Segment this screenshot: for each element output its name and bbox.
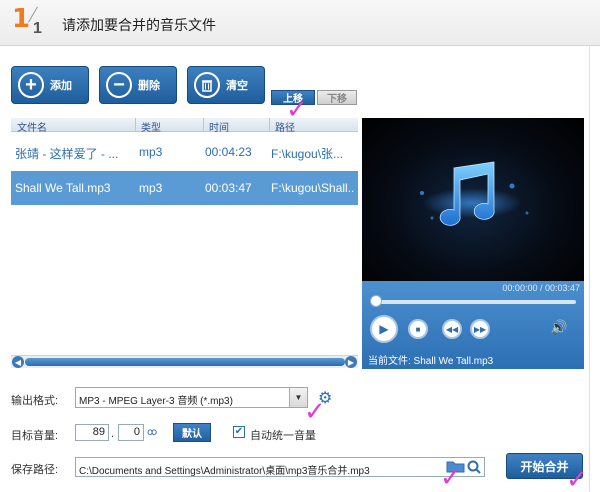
cell-duration: 00:04:23 <box>205 145 252 159</box>
delete-label: 删除 <box>138 80 160 92</box>
stop-button[interactable]: ■ <box>408 319 428 339</box>
player-display <box>362 118 584 281</box>
column-header-duration[interactable]: 时间 <box>209 119 229 134</box>
format-select[interactable]: MP3 - MPEG Layer-3 音频 (*.mp3) ▼ <box>75 387 308 408</box>
column-divider <box>203 118 204 132</box>
column-header-name[interactable]: 文件名 <box>17 119 47 134</box>
add-label: 添加 <box>50 80 72 92</box>
save-path-value: C:\Documents and Settings\Administrator\… <box>79 466 370 477</box>
step-number: 1 <box>12 4 31 34</box>
column-header-type[interactable]: 类型 <box>141 119 161 134</box>
cell-type: mp3 <box>139 181 163 195</box>
trash-icon <box>194 72 220 98</box>
volume-separator: . <box>111 428 115 440</box>
page-title: 请添加要合并的音乐文件 <box>62 17 216 33</box>
clear-button[interactable]: 清空 <box>187 66 265 104</box>
save-path-label: 保存路径: <box>11 464 59 476</box>
gear-icon[interactable]: ⚙ <box>318 388 332 408</box>
audio-player: 00:00:00 / 00:03:47 ▶ ■ ◀◀ ▶▶ 🔊 当前文件: Sh… <box>362 118 584 369</box>
auto-volume-checkbox[interactable]: ✔ <box>233 426 245 438</box>
column-header-path[interactable]: 路径 <box>275 119 295 134</box>
cell-type: mp3 <box>139 145 163 159</box>
scroll-left-icon[interactable]: ◀ <box>12 356 24 368</box>
volume-label: 目标音量: <box>11 430 59 442</box>
folder-search-icon[interactable] <box>446 458 482 477</box>
music-note-icon <box>420 161 529 226</box>
cell-path: F:\kugou\张... <box>271 147 344 161</box>
clear-label: 清空 <box>226 80 248 92</box>
column-divider <box>269 118 270 132</box>
scrollbar-thumb[interactable] <box>25 358 345 366</box>
minus-icon: − <box>106 72 132 98</box>
volume-decimal-input[interactable]: 0 <box>118 424 144 441</box>
play-button[interactable]: ▶ <box>370 315 398 343</box>
default-button[interactable]: 默认 <box>173 423 211 442</box>
move-up-button[interactable]: 上移 <box>271 90 315 105</box>
column-divider <box>135 118 136 132</box>
auto-volume-label: 自动统一音量 <box>250 430 316 442</box>
chevron-down-icon[interactable]: ▼ <box>289 388 307 407</box>
start-merge-button[interactable]: 开始合并 <box>506 453 583 479</box>
delete-button[interactable]: − 删除 <box>99 66 177 104</box>
scroll-right-icon[interactable]: ▶ <box>345 356 357 368</box>
file-list-header: 文件名 类型 时间 路径 <box>11 118 358 134</box>
next-button[interactable]: ▶▶ <box>470 319 490 339</box>
cell-duration: 00:03:47 <box>205 181 252 195</box>
add-button[interactable]: + 添加 <box>11 66 89 104</box>
progress-handle[interactable] <box>370 295 382 307</box>
save-path-input[interactable]: C:\Documents and Settings\Administrator\… <box>75 457 485 477</box>
stop-icon: ■ <box>415 324 421 334</box>
cell-path: F:\kugou\Shall... <box>271 181 355 195</box>
cell-name: Shall We Tall.mp3 <box>15 181 111 195</box>
horizontal-scrollbar[interactable]: ◀ ▶ <box>11 355 358 368</box>
volume-integer-input[interactable]: 89 <box>75 424 109 441</box>
table-row[interactable]: Shall We Tall.mp3 mp3 00:03:47 F:\kugou\… <box>11 171 358 205</box>
current-file-label: 当前文件: Shall We Tall.mp3 <box>368 356 494 367</box>
move-down-button[interactable]: 下移 <box>317 90 357 105</box>
table-row[interactable]: 张靖 - 这样爱了 - ... mp3 00:04:23 F:\kugou\张.… <box>11 136 358 168</box>
time-display: 00:00:00 / 00:03:47 <box>502 283 580 293</box>
progress-slider[interactable] <box>372 300 576 304</box>
header-bar: 1 1 请添加要合并的音乐文件 <box>0 0 600 46</box>
player-controls: 00:00:00 / 00:03:47 ▶ ■ ◀◀ ▶▶ 🔊 当前文件: Sh… <box>362 281 584 369</box>
forward-icon: ▶▶ <box>473 324 487 334</box>
step-total: 1 <box>33 20 42 37</box>
play-icon: ▶ <box>379 322 389 336</box>
cell-name: 张靖 - 这样爱了 - ... <box>15 147 119 161</box>
right-divider <box>589 46 590 492</box>
previous-button[interactable]: ◀◀ <box>442 319 462 339</box>
format-value: MP3 - MPEG Layer-3 音频 (*.mp3) <box>79 396 233 407</box>
volume-icon[interactable]: 🔊 <box>550 319 567 336</box>
format-label: 输出格式: <box>11 395 59 407</box>
plus-icon: + <box>18 72 44 98</box>
decibel-icon: ꝏ <box>147 427 158 438</box>
rewind-icon: ◀◀ <box>445 324 459 334</box>
